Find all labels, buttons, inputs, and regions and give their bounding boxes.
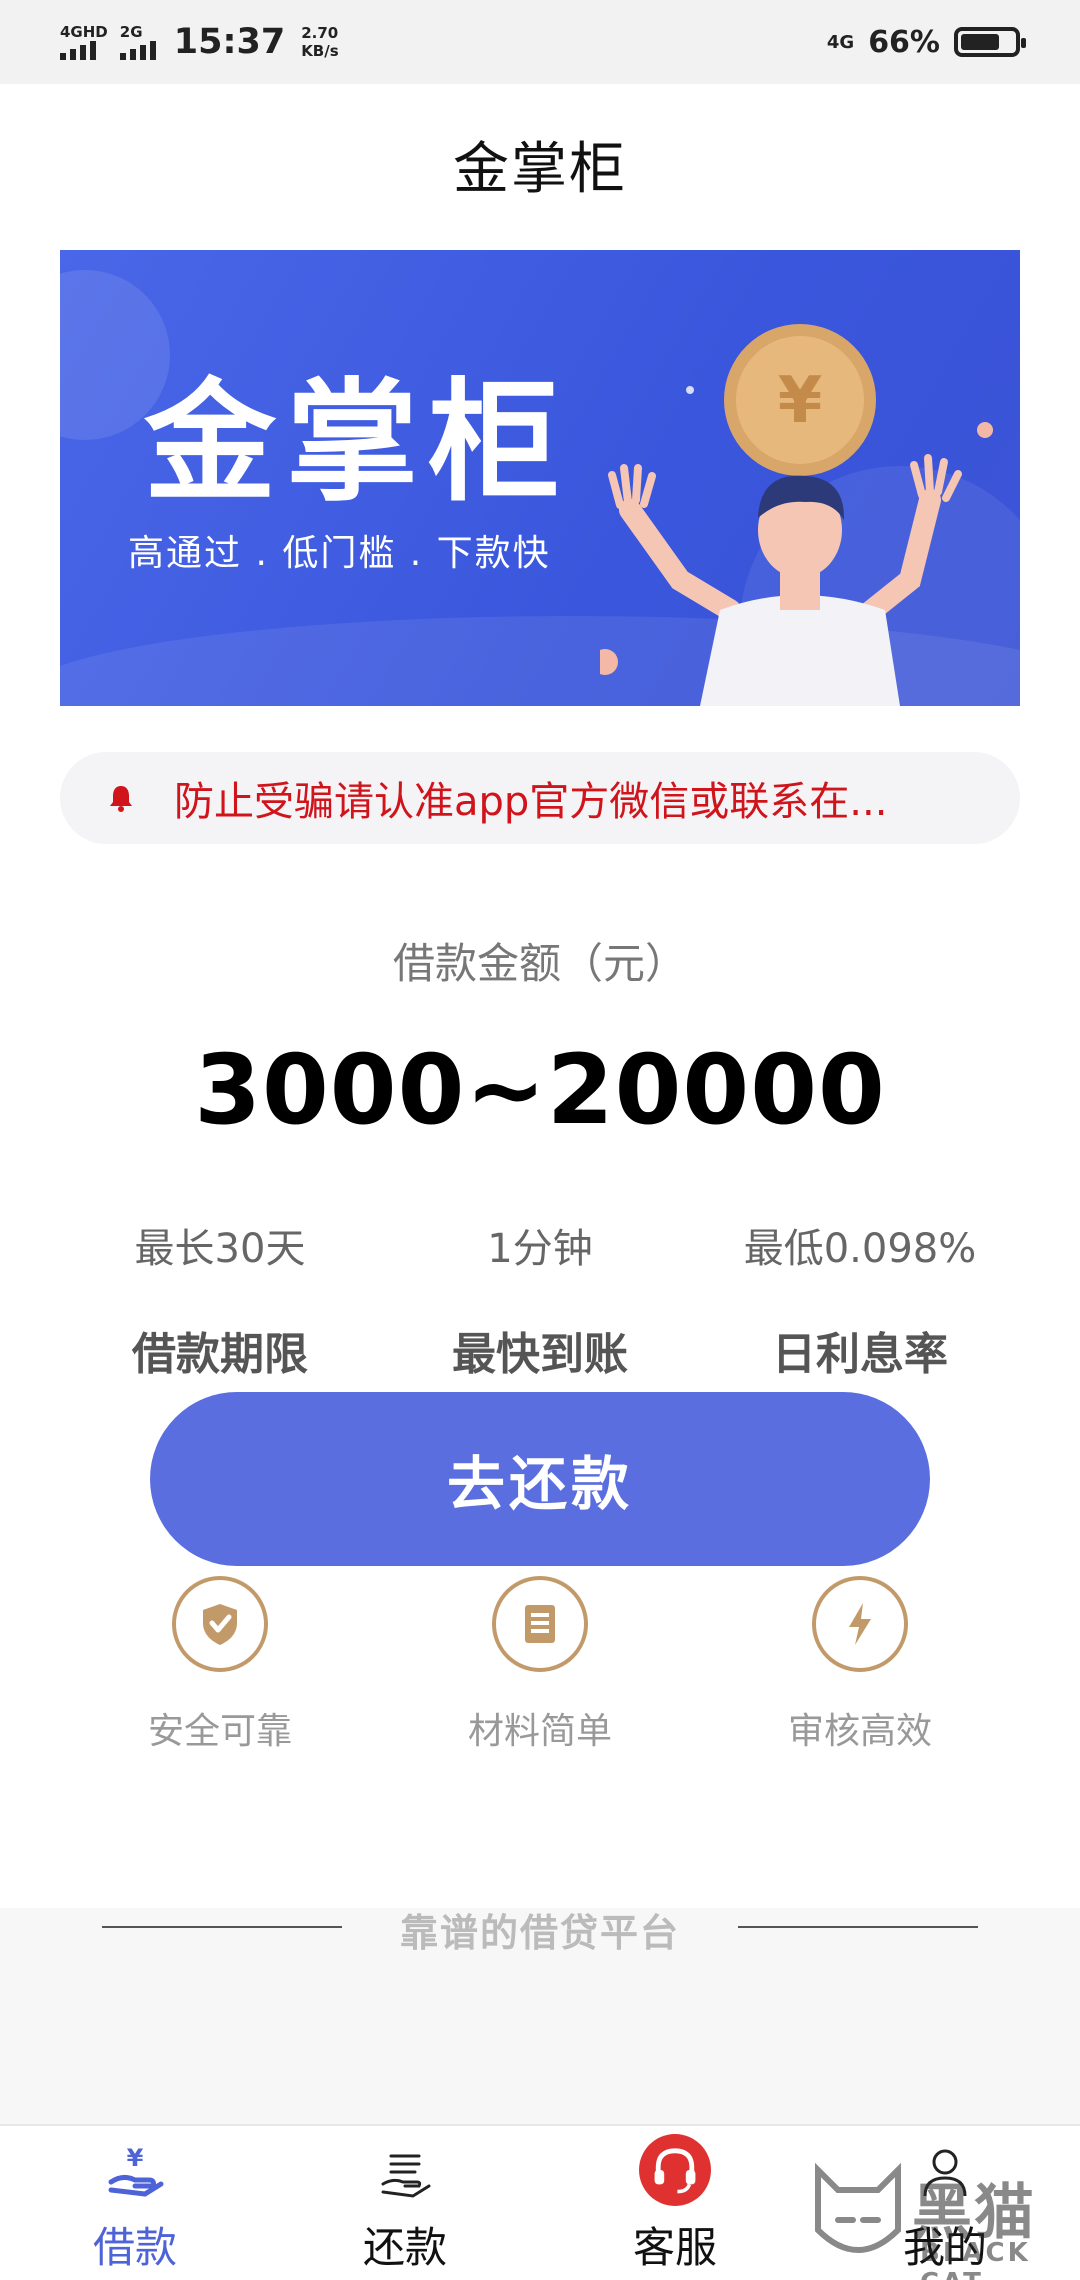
- network-type-right: 4G: [826, 31, 855, 53]
- notice-text: 防止受骗请认准app官方微信或联系在...: [174, 779, 888, 825]
- tagline-row: 靠谱的借贷平台: [0, 1902, 1080, 1955]
- signal-bars-icon: [119, 40, 156, 60]
- feature-item: 审核高效: [700, 1576, 1020, 1754]
- shield-icon: [203, 1604, 237, 1645]
- feature-label: 审核高效: [787, 1711, 932, 1752]
- repay-button[interactable]: 去还款: [150, 1392, 930, 1566]
- stat-arrival-time: 1分钟 最快到账: [370, 1216, 710, 1382]
- tab-label: 还款: [362, 2223, 447, 2272]
- banner-title: 金掌柜: [144, 366, 570, 520]
- stat-value: 最低0.098%: [743, 1226, 977, 1272]
- page-title: 金掌柜: [453, 137, 627, 202]
- banner-subtitle: 高通过 . 低门槛 . 下款快: [128, 533, 551, 574]
- tab-label: 客服: [632, 2223, 717, 2272]
- person-with-coin-illustration: ¥: [600, 324, 993, 706]
- stat-value: 最长30天: [134, 1226, 306, 1272]
- network-type-2: 2G: [119, 23, 143, 41]
- status-bar-right: 4G 66%: [826, 24, 1026, 60]
- network-speed: 2.70 KB/s: [301, 24, 338, 60]
- signal-bars-icon: [60, 40, 96, 60]
- stat-loan-term: 最长30天 借款期限: [50, 1216, 390, 1382]
- feature-icon-circle: [492, 1576, 588, 1672]
- feature-label: 安全可靠: [147, 1711, 292, 1752]
- main-panel: 金掌柜 金掌柜 高通过 . 低门槛 . 下款快 ¥ 防止受骗请认准app官方微信…: [0, 84, 1080, 1955]
- tab-customer-service[interactable]: 客服: [540, 2126, 810, 2280]
- loan-amount-value: 3000~20000: [194, 1034, 886, 1146]
- tab-repay[interactable]: 还款: [270, 2126, 540, 2280]
- tab-label: 借款: [92, 2223, 177, 2272]
- status-bar-left: 4GHD 2G 15:37 2.70 KB/s: [60, 22, 339, 62]
- cat-logo-icon: [815, 2162, 901, 2253]
- loan-amount-label: 借款金额（元）: [392, 939, 687, 988]
- coin-symbol: ¥: [778, 364, 823, 438]
- stat-label: 日利息率: [772, 1329, 948, 1380]
- speed-value: 2.70: [301, 24, 339, 42]
- stat-label: 借款期限: [132, 1329, 308, 1380]
- black-cat-watermark: 黑猫 BLACK CAT: [808, 2160, 1080, 2280]
- lightning-icon: [849, 1603, 871, 1645]
- feature-item: 安全可靠: [60, 1576, 380, 1754]
- stat-label: 最快到账: [452, 1329, 628, 1380]
- repay-list-icon: [381, 2154, 431, 2198]
- divider-line: [738, 1926, 978, 1928]
- promo-banner[interactable]: 金掌柜 高通过 . 低门槛 . 下款快 ¥: [60, 250, 1020, 706]
- battery-icon: [954, 27, 1026, 57]
- status-bar: 4GHD 2G 15:37 2.70 KB/s 4G 66%: [0, 0, 1080, 84]
- tab-loan[interactable]: ¥ 借款: [0, 2126, 270, 2280]
- clock: 15:37: [173, 22, 286, 62]
- signal-2g: 2G: [119, 23, 156, 60]
- speed-unit: KB/s: [301, 42, 339, 60]
- stat-value: 1分钟: [487, 1226, 593, 1272]
- stat-daily-rate: 最低0.098% 日利息率: [690, 1216, 1030, 1382]
- signal-4g: 4GHD: [60, 24, 108, 60]
- battery-percent: 66%: [868, 24, 940, 60]
- tagline: 靠谱的借贷平台: [399, 1911, 680, 1955]
- notice-bar[interactable]: 防止受骗请认准app官方微信或联系在...: [60, 752, 1020, 844]
- document-icon: [525, 1605, 555, 1643]
- headset-icon: [639, 2134, 711, 2206]
- loan-hand-icon: ¥: [108, 2144, 164, 2197]
- bell-icon: [110, 786, 132, 812]
- feature-label: 材料简单: [467, 1711, 612, 1752]
- feature-icon-circle: [812, 1576, 908, 1672]
- feature-item: 材料简单: [380, 1576, 700, 1754]
- network-type-1: 4GHD: [60, 23, 108, 41]
- svg-text:¥: ¥: [127, 2144, 144, 2172]
- watermark-subtext: BLACK CAT: [920, 2238, 1031, 2280]
- feature-icon-circle: [172, 1576, 268, 1672]
